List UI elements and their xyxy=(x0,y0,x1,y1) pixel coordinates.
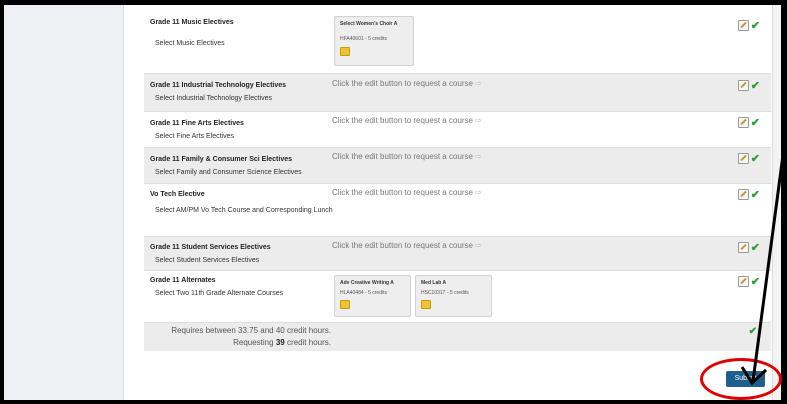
row-subtitle: Select Family and Consumer Science Elect… xyxy=(155,169,302,176)
green-check-icon: ✔ xyxy=(750,242,760,254)
green-check-icon: ✔ xyxy=(750,20,760,32)
course-card[interactable]: Select Women's Choir A HFA40601 - 5 cred… xyxy=(334,16,414,66)
row-actions: ✔ xyxy=(737,116,760,129)
row-title: Vo Tech Elective xyxy=(150,191,205,198)
page-scrollbar[interactable] xyxy=(772,5,781,400)
note-icon[interactable] xyxy=(340,47,350,56)
row-subtitle: Select AM/PM Vo Tech Course and Correspo… xyxy=(155,207,333,214)
elective-row-student-services: Grade 11 Student Services Electives Sele… xyxy=(144,236,771,270)
row-subtitle: Select Music Electives xyxy=(155,40,225,47)
edit-pencil-icon[interactable] xyxy=(737,189,749,200)
left-sidebar xyxy=(4,5,124,400)
course-credits: HFA40601 - 5 credits xyxy=(340,36,387,42)
edit-pencil-icon[interactable] xyxy=(737,20,749,31)
course-card[interactable]: Adv Creative Writing A HLA40484 - 5 cred… xyxy=(334,275,411,317)
edit-hint: Click the edit button to request a cours… xyxy=(332,188,482,197)
green-check-icon: ✔ xyxy=(750,117,760,129)
course-request-table: Grade 11 Music Electives Select Music El… xyxy=(144,10,771,351)
green-check-icon: ✔ xyxy=(748,326,757,337)
row-actions: ✔ xyxy=(737,241,760,254)
right-arrow-icon: ⇨ xyxy=(474,188,482,197)
screenshot-frame: Grade 11 Music Electives Select Music El… xyxy=(0,0,787,404)
elective-row-family-consumer: Grade 11 Family & Consumer Sci Electives… xyxy=(144,147,771,183)
edit-hint: Click the edit button to request a cours… xyxy=(332,152,482,161)
row-subtitle: Select Industrial Technology Electives xyxy=(155,95,272,102)
green-check-icon: ✔ xyxy=(750,189,760,201)
requesting-text: Requesting 39 credit hours. xyxy=(233,338,331,347)
row-actions: ✔ xyxy=(737,275,760,288)
credit-summary: Requires between 33.75 and 40 credit hou… xyxy=(144,322,771,351)
row-actions: ✔ xyxy=(737,19,760,32)
course-name: Med Lab A xyxy=(421,280,447,286)
green-check-icon: ✔ xyxy=(750,276,760,288)
right-arrow-icon: ⇨ xyxy=(474,152,482,161)
row-actions: ✔ xyxy=(737,79,760,92)
row-title: Grade 11 Family & Consumer Sci Electives xyxy=(150,156,293,163)
green-check-icon: ✔ xyxy=(750,153,760,165)
edit-hint: Click the edit button to request a cours… xyxy=(332,116,482,125)
row-subtitle: Select Two 11th Grade Alternate Courses xyxy=(155,290,284,297)
elective-row-vo-tech: Vo Tech Elective Select AM/PM Vo Tech Co… xyxy=(144,183,771,236)
course-name: Adv Creative Writing A xyxy=(340,280,394,286)
elective-row-alternates: Grade 11 Alternates Select Two 11th Grad… xyxy=(144,270,771,322)
row-title: Grade 11 Alternates xyxy=(150,277,216,284)
course-credits: HLA40484 - 5 credits xyxy=(340,290,387,296)
right-arrow-icon: ⇨ xyxy=(474,79,482,88)
right-arrow-icon: ⇨ xyxy=(474,116,482,125)
right-arrow-icon: ⇨ xyxy=(474,241,482,250)
row-title: Grade 11 Music Electives xyxy=(150,19,234,26)
row-title: Grade 11 Industrial Technology Electives xyxy=(150,82,287,89)
row-actions: ✔ xyxy=(737,152,760,165)
course-card[interactable]: Med Lab A HSC10317 - 5 credits xyxy=(415,275,492,317)
course-name: Select Women's Choir A xyxy=(340,21,398,27)
requesting-value: 39 xyxy=(275,338,285,347)
note-icon[interactable] xyxy=(421,300,431,309)
edit-pencil-icon[interactable] xyxy=(737,153,749,164)
course-credits: HSC10317 - 5 credits xyxy=(421,290,469,296)
edit-pencil-icon[interactable] xyxy=(737,276,749,287)
edit-pencil-icon[interactable] xyxy=(737,80,749,91)
note-icon[interactable] xyxy=(340,300,350,309)
edit-hint: Click the edit button to request a cours… xyxy=(332,241,482,250)
edit-pencil-icon[interactable] xyxy=(737,117,749,128)
edit-hint: Click the edit button to request a cours… xyxy=(332,79,482,88)
row-subtitle: Select Student Services Electives xyxy=(155,257,260,264)
row-title: Grade 11 Student Services Electives xyxy=(150,244,271,251)
edit-pencil-icon[interactable] xyxy=(737,242,749,253)
elective-row-industrial-technology: Grade 11 Industrial Technology Electives… xyxy=(144,73,771,111)
requires-text: Requires between 33.75 and 40 credit hou… xyxy=(171,326,331,335)
row-title: Grade 11 Fine Arts Electives xyxy=(150,120,244,127)
highlight-circle xyxy=(700,358,782,400)
row-actions: ✔ xyxy=(737,188,760,201)
green-check-icon: ✔ xyxy=(750,80,760,92)
elective-row-fine-arts: Grade 11 Fine Arts Electives Select Fine… xyxy=(144,111,771,147)
row-subtitle: Select Fine Arts Electives xyxy=(155,133,234,140)
elective-row-music: Grade 11 Music Electives Select Music El… xyxy=(144,10,771,73)
